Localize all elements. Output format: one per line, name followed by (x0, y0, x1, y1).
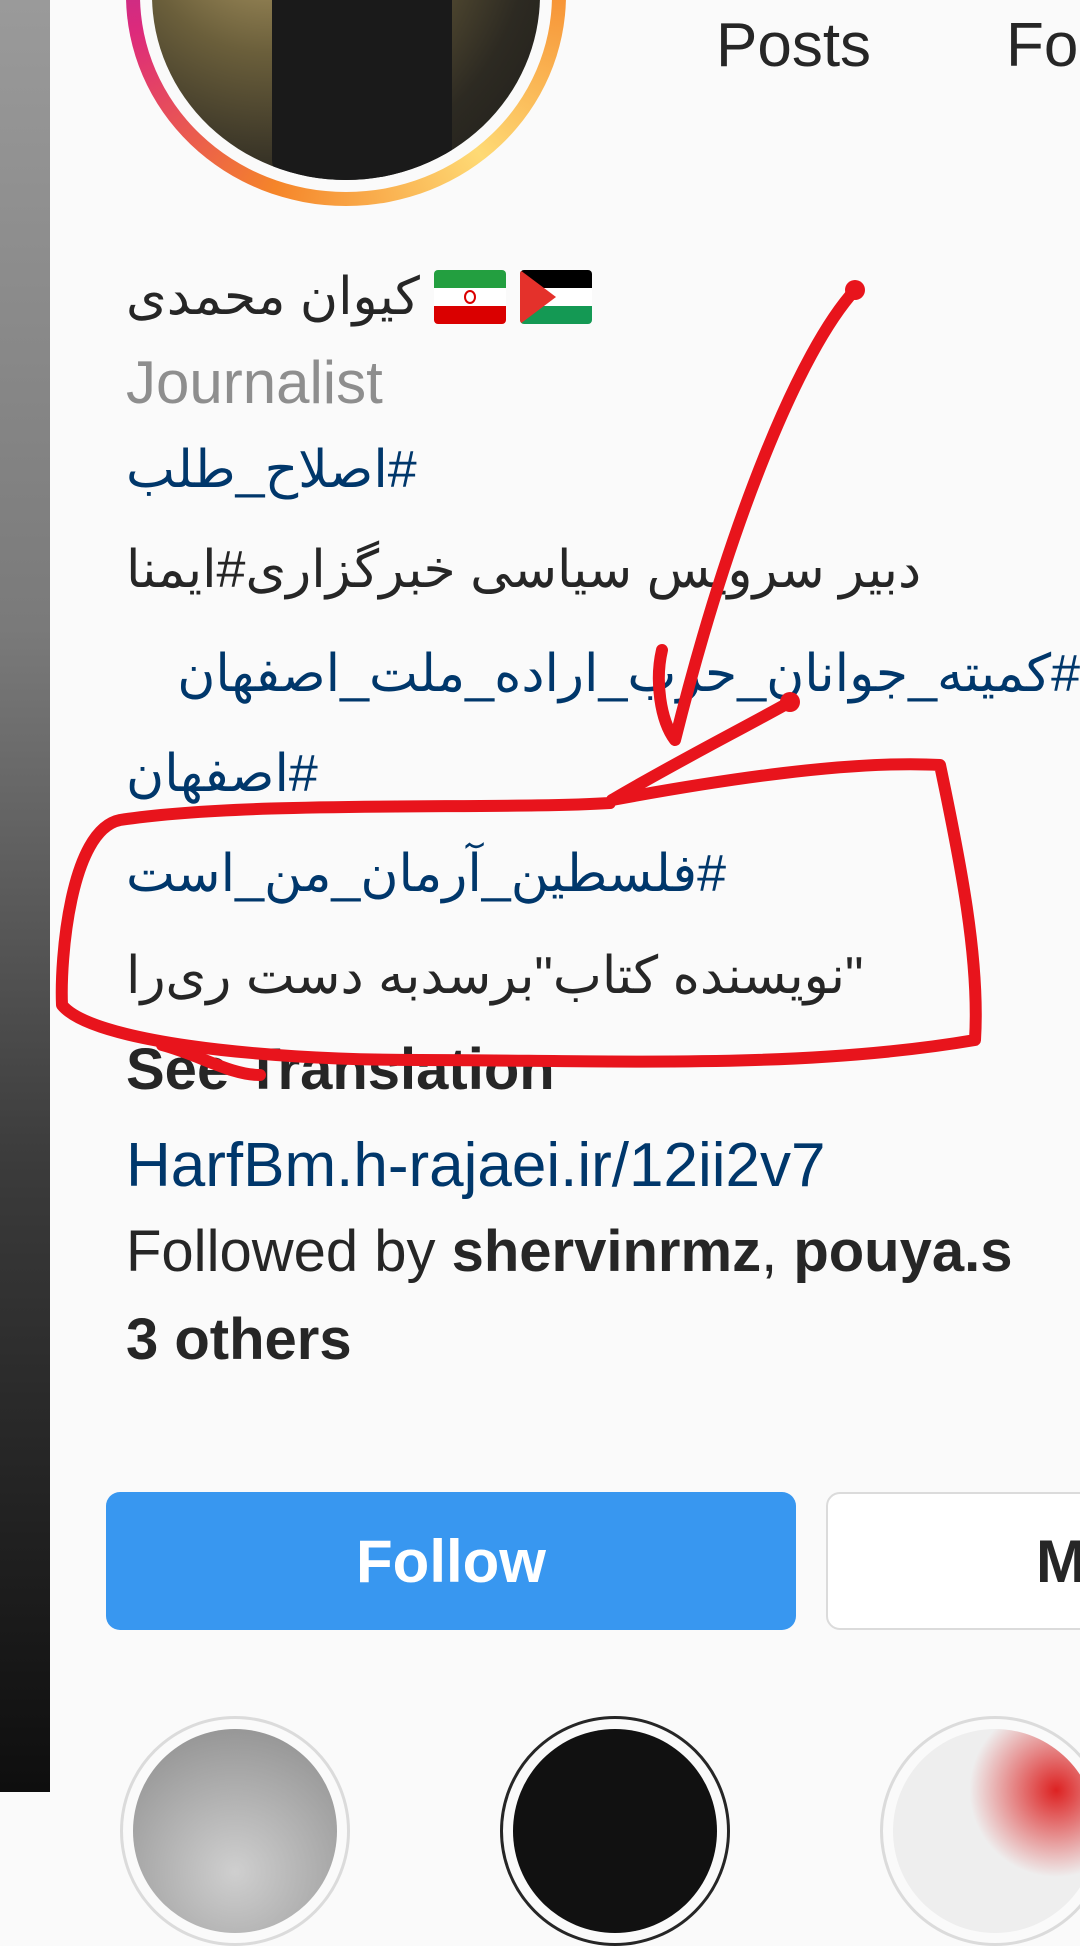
display-name-row: کیوان محمدی (126, 262, 592, 332)
followed-by-text[interactable]: Followed by shervinrmz, pouya.s (126, 1218, 1012, 1285)
followers-stat-label[interactable]: Fo (1006, 10, 1078, 81)
story-highlight-3[interactable] (880, 1716, 1080, 1946)
annotation-arrow-head (606, 696, 796, 806)
message-button[interactable]: M (826, 1492, 1080, 1630)
bio-hashtag-reformist[interactable]: #اصلاح_طلب (126, 440, 417, 500)
display-name: کیوان محمدی (126, 268, 420, 326)
followed-by-separator: , (761, 1219, 794, 1284)
profile-category: Journalist (126, 349, 383, 416)
bio-line-author: "نویسنده کتاب"برسدبه دست ری‌را (126, 947, 864, 1005)
iran-flag-icon (433, 270, 506, 324)
see-translation-link[interactable]: See Translation (126, 1036, 555, 1103)
bio-hashtag-palestine[interactable]: #فلسطین_آرمان_من_است (126, 844, 726, 904)
palestine-flag-icon (519, 270, 592, 324)
avatar-figure (272, 0, 452, 180)
follow-button[interactable]: Follow (106, 1492, 796, 1630)
bio-hashtag-youth-committee[interactable]: #کمیته_جوانان_حزب_اراده_ملت_اصفهان (126, 644, 1080, 704)
followed-by-user-1[interactable]: shervinrmz (452, 1219, 761, 1284)
bio-hashtag-isfahan[interactable]: #اصفهان (126, 744, 318, 804)
profile-website-link[interactable]: HarfBm.h-rajaei.ir/12ii2v7 (126, 1130, 825, 1201)
followed-by-user-2[interactable]: pouya.s (793, 1219, 1012, 1284)
followed-by-prefix: Followed by (126, 1219, 452, 1284)
followed-by-others[interactable]: 3 others (126, 1306, 352, 1373)
bio-line-editor: دبیر سرویس سیاسی خبرگزاری#ایمنا (126, 541, 922, 599)
posts-stat-label[interactable]: Posts (716, 10, 871, 81)
story-highlight-1[interactable] (120, 1716, 350, 1946)
story-highlight-2[interactable] (500, 1716, 730, 1946)
annotation-box (55, 758, 982, 1068)
left-edge-shadow (0, 0, 50, 1792)
message-button-label: M (1036, 1527, 1080, 1595)
